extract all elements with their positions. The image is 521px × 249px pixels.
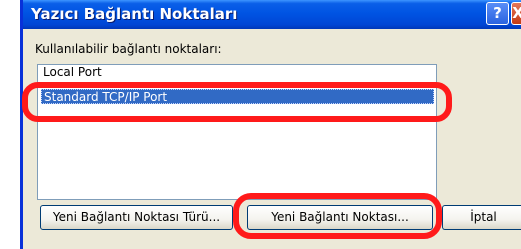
help-button[interactable]: ? xyxy=(486,2,509,25)
new-port-button[interactable]: Yeni Bağlantı Noktası... xyxy=(247,205,433,230)
close-button[interactable]: X xyxy=(511,2,521,25)
title-bar[interactable]: Yazıcı Bağlantı Noktaları ? X xyxy=(23,0,521,29)
printer-ports-dialog: Yazıcı Bağlantı Noktaları ? X Kullanılab… xyxy=(20,0,521,249)
ports-listbox[interactable]: Local Port Standard TCP/IP Port xyxy=(37,64,437,200)
window-title: Yazıcı Bağlantı Noktaları xyxy=(31,5,238,23)
port-item-standard-tcpip[interactable]: Standard TCP/IP Port xyxy=(41,89,434,104)
new-port-type-button[interactable]: Yeni Bağlantı Noktası Türü... xyxy=(40,205,233,230)
available-ports-label: Kullanılabilir bağlantı noktaları: xyxy=(35,42,222,56)
cancel-button[interactable]: İptal xyxy=(442,205,521,230)
port-item-local[interactable]: Local Port xyxy=(41,67,434,79)
